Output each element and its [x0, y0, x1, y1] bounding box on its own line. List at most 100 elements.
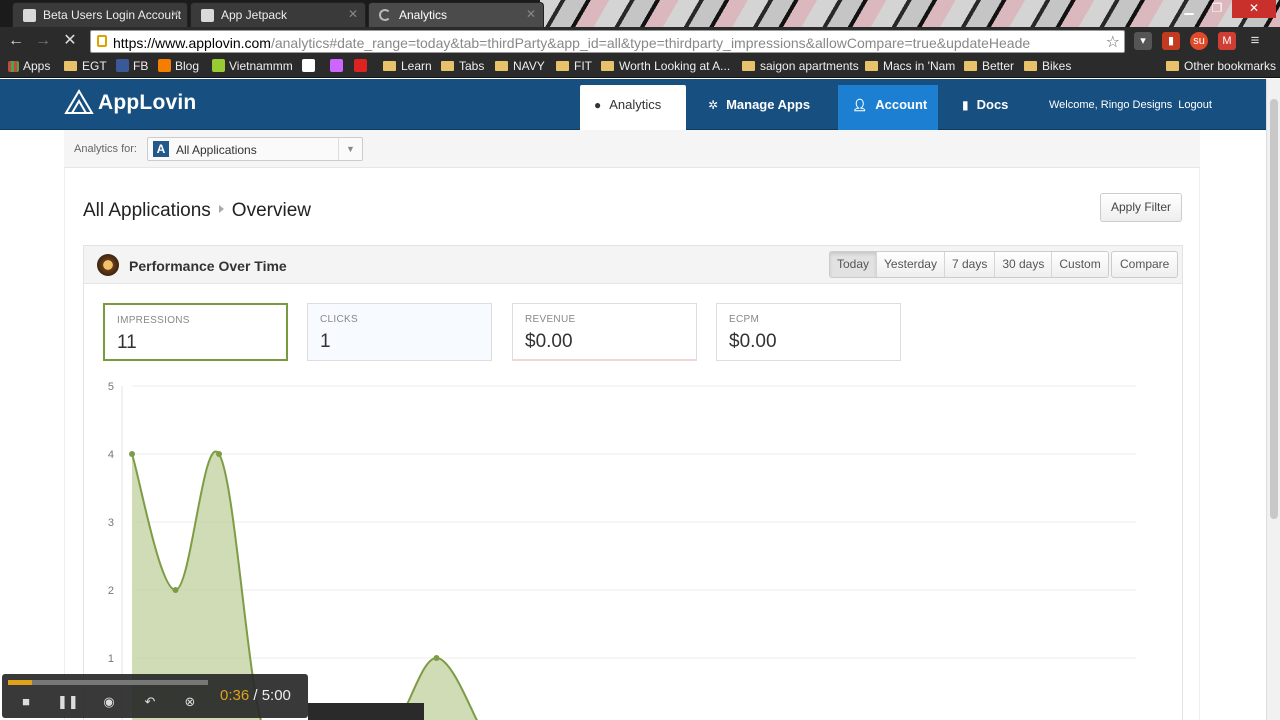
bookmark-blog[interactable]: Blog	[158, 59, 199, 73]
youtube-icon	[354, 59, 367, 72]
data-point[interactable]	[172, 587, 179, 593]
stop-icon[interactable]: ■	[16, 693, 36, 711]
bookmark-extension-icon[interactable]: ▮	[1162, 32, 1180, 50]
stop-loading-icon[interactable]: ✕	[60, 31, 80, 51]
bookmark-bikes[interactable]: Bikes	[1024, 59, 1071, 73]
folder-icon	[601, 61, 614, 71]
tab-label: Beta Users Login Account	[43, 8, 182, 22]
gmail-icon[interactable]: M	[1218, 32, 1236, 50]
y-tick-label: 1	[108, 653, 114, 665]
scrollbar-thumb[interactable]	[1270, 99, 1278, 519]
bookmark-worth-looking[interactable]: Worth Looking at A...	[601, 59, 730, 73]
data-point[interactable]	[433, 655, 440, 661]
tab-strip-background	[540, 0, 1280, 27]
browser-tab-app-jetpack[interactable]: App Jetpack ✕	[190, 2, 366, 27]
nav-docs[interactable]: ▮ Docs	[948, 85, 1022, 130]
apps-grid-icon	[8, 61, 19, 72]
address-bar[interactable]: https://www.applovin.com/analytics#date_…	[90, 30, 1125, 53]
logout-link[interactable]: Logout	[1178, 99, 1212, 111]
window-controls: ▁ ❐ ✕	[1176, 0, 1276, 18]
bookmark-learn[interactable]: Learn	[383, 59, 432, 73]
restore-icon[interactable]: ❐	[1204, 0, 1230, 18]
breadcrumb-current: Overview	[231, 200, 311, 221]
bookmark-fb[interactable]: FB	[116, 59, 148, 73]
menu-icon[interactable]: ≡	[1246, 32, 1264, 50]
app-select-dropdown[interactable]: A All Applications ▼	[147, 137, 363, 161]
pause-icon[interactable]: ❚❚	[57, 693, 79, 711]
bookmark-stripe[interactable]	[330, 59, 347, 73]
video-player-controls: ■ ❚❚ ◉ ↶ ⊗ 0:36 / 5:00	[2, 674, 308, 718]
window-close-icon[interactable]: ✕	[1232, 0, 1276, 18]
nav-label: Account	[875, 97, 928, 112]
card-title: Performance Over Time	[129, 258, 287, 274]
volume-icon[interactable]: ◉	[99, 693, 119, 711]
range-custom-button[interactable]: Custom	[1051, 252, 1108, 277]
data-point[interactable]	[216, 451, 222, 457]
gears-icon: ✲	[708, 98, 719, 112]
welcome-area: Welcome, Ringo Designs Logout	[1049, 99, 1218, 111]
bookmark-better[interactable]: Better	[964, 59, 1014, 73]
metric-revenue[interactable]: REVENUE $0.00	[512, 303, 697, 361]
range-yesterday-button[interactable]: Yesterday	[876, 252, 944, 277]
nav-account[interactable]: 👤︎ Account	[838, 85, 938, 130]
metric-ecpm[interactable]: ECPM $0.00	[716, 303, 901, 361]
url-text[interactable]: https://www.applovin.com/analytics#date_…	[113, 35, 1098, 51]
bookmark-apps[interactable]: Apps	[8, 59, 50, 73]
rewind-icon[interactable]: ↶	[140, 693, 160, 711]
bookmark-fit[interactable]: FIT	[556, 59, 592, 73]
user-icon: 👤︎	[852, 98, 868, 112]
card-header: Performance Over Time Today Yesterday 7 …	[84, 246, 1182, 284]
bookmark-navy[interactable]: NAVY	[495, 59, 545, 73]
browser-tab-beta-users[interactable]: Beta Users Login Account ✕	[12, 2, 188, 27]
nav-manage-apps[interactable]: ✲ Manage Apps	[694, 85, 824, 130]
browser-tab-analytics[interactable]: Analytics ✕	[368, 2, 544, 27]
bookmark-star-icon[interactable]: ☆	[1106, 32, 1120, 52]
applovin-logo[interactable]: AppLovin	[64, 89, 196, 115]
folder-icon	[964, 61, 977, 71]
nav-label: Manage Apps	[726, 97, 811, 112]
pocket-extension-icon[interactable]: ▾	[1134, 32, 1152, 50]
folder-icon	[1166, 61, 1179, 71]
lock-icon	[97, 35, 107, 47]
range-today-button[interactable]: Today	[830, 252, 877, 277]
metric-label: CLICKS	[320, 314, 358, 325]
folder-icon	[441, 61, 454, 71]
stumbleupon-icon[interactable]: su	[1190, 32, 1208, 50]
extension-icons: ▾ ▮ su M ≡	[1134, 32, 1264, 50]
nav-analytics[interactable]: ● Analytics	[580, 85, 686, 130]
back-arrow-icon[interactable]: ←	[6, 31, 26, 51]
range-7-days-button[interactable]: 7 days	[943, 252, 995, 277]
folder-icon	[1024, 61, 1037, 71]
bookmark-egt[interactable]: EGT	[64, 59, 107, 73]
close-video-icon[interactable]: ⊗	[180, 693, 200, 711]
folder-icon	[383, 61, 396, 71]
minimize-icon[interactable]: ▁	[1176, 0, 1202, 18]
metric-impressions[interactable]: IMPRESSIONS 11	[103, 303, 288, 361]
breadcrumb-separator-icon	[218, 205, 224, 213]
close-icon[interactable]: ✕	[348, 7, 358, 21]
page-scrollbar[interactable]	[1266, 79, 1280, 720]
folder-icon	[64, 61, 77, 71]
page-content: AppLovin ● Analytics ✲ Manage Apps 👤︎ Accou…	[0, 79, 1266, 720]
compare-button[interactable]: Compare	[1111, 251, 1179, 278]
bookmark-vietnammm[interactable]: Vietnammm	[212, 59, 293, 73]
bookmark-tabs[interactable]: Tabs	[441, 59, 484, 73]
bookmark-n[interactable]	[302, 59, 319, 73]
bookmark-other[interactable]: Other bookmarks	[1166, 59, 1276, 73]
performance-chart: 1 2 3 4 5	[108, 381, 1136, 720]
bookmark-saigon-apartments[interactable]: saigon apartments	[742, 59, 859, 73]
close-icon[interactable]: ✕	[170, 7, 180, 21]
metric-clicks[interactable]: CLICKS 1	[307, 303, 492, 361]
video-progress-bar[interactable]	[8, 680, 208, 685]
breadcrumb-root[interactable]: All Applications	[83, 200, 211, 221]
data-point[interactable]	[129, 451, 135, 457]
forward-arrow-icon[interactable]: →	[33, 31, 53, 51]
close-icon[interactable]: ✕	[526, 7, 536, 21]
page-favicon-icon	[23, 9, 36, 22]
bookmark-macs-in-nam[interactable]: Macs in 'Nam	[865, 59, 955, 73]
bookmark-youtube[interactable]	[354, 59, 371, 73]
range-30-days-button[interactable]: 30 days	[994, 252, 1052, 277]
metric-value: $0.00	[729, 331, 777, 352]
apply-filter-button[interactable]: Apply Filter	[1100, 193, 1183, 222]
bookmarks-bar: Apps EGT FB Blog Vietnammm Learn Tabs NA…	[0, 56, 1280, 78]
